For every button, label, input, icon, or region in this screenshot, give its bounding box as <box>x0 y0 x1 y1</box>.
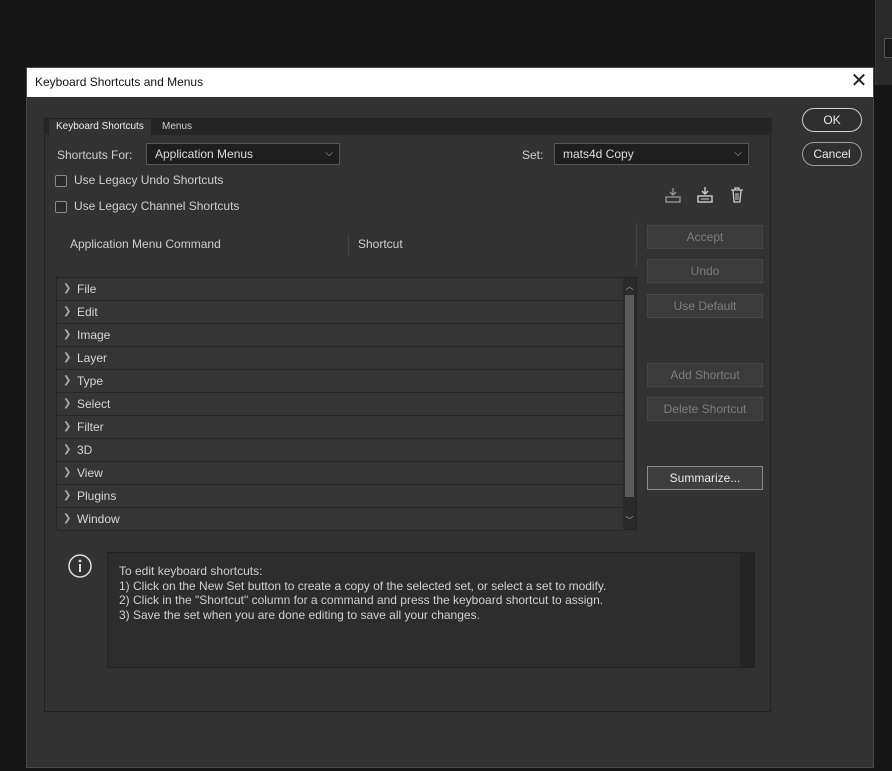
scrollbar[interactable]: ︿ ﹀ <box>623 278 636 529</box>
dialog-title: Keyboard Shortcuts and Menus <box>35 75 204 89</box>
tree-row[interactable]: ❯ File <box>57 278 623 301</box>
tree-row[interactable]: ❯ Window <box>57 508 623 531</box>
tree-row-label: Select <box>77 397 111 411</box>
chevron-down-icon: ⌵ <box>734 148 742 159</box>
command-tree: ❯ File ❯ Edit ❯ Image ❯ Layer ❯ Type ❯ Select ❯ Filte… <box>56 277 637 531</box>
accept-button[interactable]: Accept <box>647 225 763 249</box>
delete-shortcut-button[interactable]: Delete Shortcut <box>647 397 763 421</box>
legacy-channel-label: Use Legacy Channel Shortcuts <box>74 199 240 213</box>
header-divider <box>636 223 637 267</box>
chevron-right-icon[interactable]: ❯ <box>63 301 71 323</box>
info-line: 2) Click in the "Shortcut" column for a … <box>119 593 604 607</box>
info-line: To edit keyboard shortcuts: <box>119 564 263 578</box>
tree-row-label: View <box>77 466 103 480</box>
legacy-undo-label: Use Legacy Undo Shortcuts <box>74 173 224 187</box>
chevron-right-icon[interactable]: ❯ <box>63 347 71 369</box>
tree-row-label: Image <box>77 328 111 342</box>
set-value: mats4d Copy <box>563 147 634 161</box>
chevron-right-icon[interactable]: ❯ <box>63 278 71 300</box>
info-line: 3) Save the set when you are done editin… <box>119 607 480 622</box>
tree-row-label: Edit <box>77 305 98 319</box>
tab-strip: Keyboard Shortcuts Menus <box>45 119 772 135</box>
tree-row[interactable]: ❯ Filter <box>57 416 623 439</box>
tab-menus[interactable]: Menus <box>155 119 199 135</box>
info-text-box: To edit keyboard shortcuts: 1) Click on … <box>107 552 755 668</box>
add-shortcut-button[interactable]: Add Shortcut <box>647 363 763 387</box>
shortcuts-for-value: Application Menus <box>155 147 254 161</box>
ok-button[interactable]: OK <box>802 108 862 132</box>
new-set-icon[interactable] <box>695 185 715 205</box>
delete-set-icon[interactable] <box>727 185 747 205</box>
tree-row[interactable]: ❯ Select <box>57 393 623 416</box>
info-icon <box>67 553 93 579</box>
use-default-button[interactable]: Use Default <box>647 294 763 318</box>
info-text: To edit keyboard shortcuts: 1) Click on … <box>119 564 606 622</box>
tree-row[interactable]: ❯ Layer <box>57 347 623 370</box>
chevron-right-icon[interactable]: ❯ <box>63 393 71 415</box>
chevron-right-icon[interactable]: ❯ <box>63 462 71 484</box>
chevron-down-icon: ⌵ <box>325 148 333 159</box>
close-icon[interactable]: ✕ <box>849 71 869 93</box>
keyboard-shortcuts-dialog: Keyboard Shortcuts and Menus ✕ OK Cancel… <box>26 67 874 768</box>
background-window <box>875 0 892 85</box>
chevron-right-icon[interactable]: ❯ <box>63 324 71 346</box>
shortcuts-for-label: Shortcuts For: <box>57 148 133 162</box>
legacy-channel-checkbox[interactable] <box>55 201 67 213</box>
tree-row[interactable]: ❯ Edit <box>57 301 623 324</box>
tree-row[interactable]: ❯ Plugins <box>57 485 623 508</box>
tree-row[interactable]: ❯ 3D <box>57 439 623 462</box>
info-line: 1) Click on the New Set button to create… <box>119 578 607 593</box>
column-header-shortcut[interactable]: Shortcut <box>358 237 403 251</box>
info-scrollbar[interactable] <box>740 553 754 667</box>
chevron-right-icon[interactable]: ❯ <box>63 370 71 392</box>
chevron-right-icon[interactable]: ❯ <box>63 508 71 530</box>
chevron-right-icon[interactable]: ❯ <box>63 416 71 438</box>
command-list: ❯ File ❯ Edit ❯ Image ❯ Layer ❯ Type ❯ Select ❯ Filte… <box>57 278 636 531</box>
title-bar: Keyboard Shortcuts and Menus ✕ <box>27 68 873 97</box>
save-set-icon[interactable] <box>663 185 683 205</box>
column-divider <box>348 234 349 256</box>
tree-row-label: Window <box>77 512 120 526</box>
scroll-down-icon[interactable]: ﹀ <box>623 514 636 528</box>
tree-row[interactable]: ❯ Image <box>57 324 623 347</box>
cancel-button[interactable]: Cancel <box>802 142 862 166</box>
shortcuts-for-select[interactable]: Application Menus ⌵ <box>146 143 340 165</box>
scroll-up-icon[interactable]: ︿ <box>623 280 636 294</box>
chevron-right-icon[interactable]: ❯ <box>63 439 71 461</box>
undo-button[interactable]: Undo <box>647 259 763 283</box>
shortcuts-panel: Keyboard Shortcuts Menus Shortcuts For: … <box>44 118 772 712</box>
chevron-right-icon[interactable]: ❯ <box>63 485 71 507</box>
tree-row-label: 3D <box>77 443 93 457</box>
tree-row-label: Type <box>77 374 104 388</box>
legacy-undo-checkbox[interactable] <box>55 175 67 187</box>
tree-row-label: Layer <box>77 351 108 365</box>
tree-row-label: File <box>77 282 97 296</box>
tree-row[interactable]: ❯ Type <box>57 370 623 393</box>
tree-row[interactable]: ❯ View <box>57 462 623 485</box>
tab-keyboard-shortcuts[interactable]: Keyboard Shortcuts <box>49 119 151 135</box>
set-label: Set: <box>522 148 544 162</box>
tree-row-label: Filter <box>77 420 104 434</box>
background-window-field <box>884 38 892 58</box>
column-header-command[interactable]: Application Menu Command <box>70 237 221 251</box>
summarize-button[interactable]: Summarize... <box>647 466 763 490</box>
scrollbar-thumb[interactable] <box>625 295 634 497</box>
tree-row-label: Plugins <box>77 489 117 503</box>
set-select[interactable]: mats4d Copy ⌵ <box>554 143 749 165</box>
